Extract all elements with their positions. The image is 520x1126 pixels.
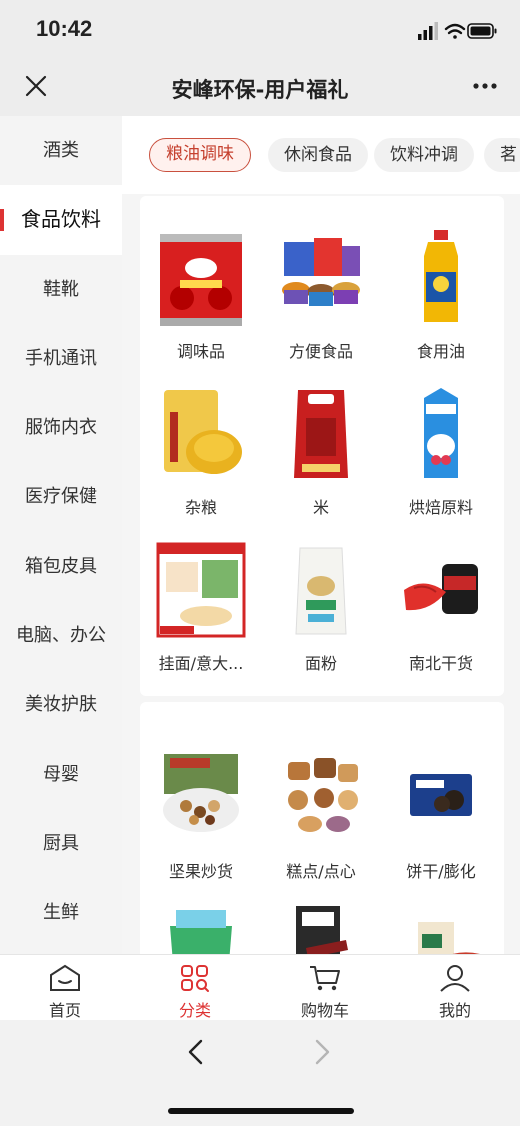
grid-item-pastries[interactable]: 糕点/点心 [262, 740, 380, 890]
ketchup-can-icon [160, 234, 242, 326]
sidebar-item-computers-office[interactable]: 电脑、办公 [0, 601, 122, 670]
product-grid-card: 坚果炒货 糕点/点心 饼干/膨化 [140, 702, 504, 954]
grid-item-seasoning[interactable]: 调味品 [142, 220, 260, 370]
product-grid-card: 调味品 方便食品 食用油 杂粮 米 烘焙原料 挂面/意大... 面粉 南北干货 [140, 196, 504, 696]
status-bar: 10:42 [0, 0, 520, 60]
grid-item-sausage[interactable] [262, 892, 380, 954]
grid-item-label: 米 [312, 498, 329, 517]
grid-item-snack-bucket[interactable] [142, 892, 260, 954]
tab-grain-oil-seasoning[interactable]: 粮油调味 [149, 138, 251, 172]
home-icon [50, 964, 80, 991]
signal-icon [418, 22, 438, 40]
grid-item-label: 挂面/意大... [158, 654, 244, 673]
more-icon[interactable] [472, 72, 498, 100]
grid-item-flour[interactable]: 面粉 [262, 532, 380, 682]
tab-home[interactable]: 首页 [0, 955, 130, 1021]
category-content: 粮油调味 休闲食品 饮料冲调 茗 调味品 方便食品 食用油 杂粮 米 烘焙原料 … [122, 116, 520, 954]
sidebar-item-beauty[interactable]: 美妆护肤 [0, 670, 122, 739]
grid-item-biscuits[interactable]: 饼干/膨化 [382, 740, 500, 890]
grid-item-label: 烘焙原料 [408, 498, 473, 517]
pastries-icon [288, 758, 358, 832]
sidebar-item-health[interactable]: 医疗保健 [0, 462, 122, 531]
grid-item-nuts[interactable]: 坚果炒货 [142, 740, 260, 890]
grid-item-rice[interactable]: 米 [262, 376, 380, 526]
grid-item-cooking-oil[interactable]: 食用油 [382, 220, 500, 370]
millet-bag-icon [164, 390, 242, 474]
tab-label: 购物车 [300, 1001, 349, 1020]
grid-item-label: 调味品 [176, 342, 225, 361]
subcategory-tabs: 粮油调味 休闲食品 饮料冲调 茗 [122, 116, 520, 194]
nuts-box-icon [163, 754, 239, 832]
sidebar-item-food-drinks[interactable]: 食品饮料 [0, 185, 122, 255]
home-indicator [168, 1108, 354, 1114]
biscuit-pack-icon [410, 774, 472, 816]
grid-item-label: 饼干/膨化 [406, 862, 476, 881]
grid-item-label: 南北干货 [408, 654, 473, 673]
sausage-pack-icon [296, 906, 348, 954]
category-grid-icon [181, 965, 209, 992]
grid-item-label: 面粉 [304, 654, 337, 673]
tab-label: 我的 [438, 1001, 471, 1020]
tab-label: 首页 [48, 1001, 81, 1020]
tab-snacks[interactable]: 休闲食品 [268, 138, 368, 172]
cooking-oil-bottle-icon [424, 230, 458, 322]
tab-beverages[interactable]: 饮料冲调 [374, 138, 474, 172]
grid-item-label: 糕点/点心 [286, 862, 356, 881]
instant-noodles-icon [282, 238, 360, 306]
grid-item-label: 坚果炒货 [168, 862, 233, 881]
tab-cart[interactable]: 购物车 [260, 955, 390, 1021]
nav-bar: 安峰环保-用户福礼 [0, 60, 520, 116]
tab-me[interactable]: 我的 [390, 955, 520, 1021]
flour-bag-icon [295, 547, 347, 635]
sidebar-item-fresh[interactable]: 生鲜 [0, 878, 122, 947]
category-sidebar: 酒类 食品饮料 鞋靴 手机通讯 服饰内衣 医疗保健 箱包皮具 电脑、办公 美妆护… [0, 116, 122, 954]
user-icon [440, 965, 470, 992]
sidebar-item-baby[interactable]: 母婴 [0, 740, 122, 809]
grid-item-baking[interactable]: 烘焙原料 [382, 376, 500, 526]
tab-tea[interactable]: 茗 [484, 138, 520, 172]
wifi-icon [444, 23, 466, 39]
sidebar-item-shoes[interactable]: 鞋靴 [0, 255, 122, 324]
noodles-box-icon [156, 542, 246, 638]
back-arrow-icon[interactable] [186, 1038, 206, 1066]
grid-item-coarse-grains[interactable]: 杂粮 [142, 376, 260, 526]
grid-item-noodles-pasta[interactable]: 挂面/意大... [142, 532, 260, 682]
cart-icon [310, 966, 340, 991]
sidebar-item-kitchen[interactable]: 厨具 [0, 809, 122, 878]
cream-carton-icon [424, 388, 458, 478]
grid-item-instant-food[interactable]: 方便食品 [262, 220, 380, 370]
status-time: 10:42 [36, 16, 93, 41]
page-title: 安峰环保-用户福礼 [171, 78, 349, 102]
tab-category[interactable]: 分类 [130, 955, 260, 1021]
dried-meat-pack-icon [418, 922, 480, 954]
grid-item-label: 方便食品 [288, 342, 353, 361]
grid-item-label: 杂粮 [184, 498, 217, 517]
dried-goods-jar-icon [404, 564, 478, 614]
sidebar-item-wine[interactable]: 酒类 [0, 116, 122, 185]
grid-item-label: 食用油 [416, 342, 465, 361]
snack-bucket-icon [170, 910, 232, 954]
grid-item-dried-meat[interactable] [382, 892, 500, 954]
grid-item-dried-goods[interactable]: 南北干货 [382, 532, 500, 682]
sidebar-item-apparel[interactable]: 服饰内衣 [0, 393, 122, 462]
status-icons [418, 20, 498, 42]
rice-bag-icon [294, 390, 348, 478]
forward-arrow-icon[interactable] [312, 1038, 332, 1066]
tab-label: 分类 [178, 1001, 211, 1020]
sidebar-item-bags[interactable]: 箱包皮具 [0, 532, 122, 601]
browser-nav-bar [0, 1020, 520, 1126]
bottom-tab-bar: 首页 分类 购物车 我的 [0, 954, 520, 1021]
sidebar-item-phones[interactable]: 手机通讯 [0, 324, 122, 393]
battery-icon [467, 23, 497, 39]
